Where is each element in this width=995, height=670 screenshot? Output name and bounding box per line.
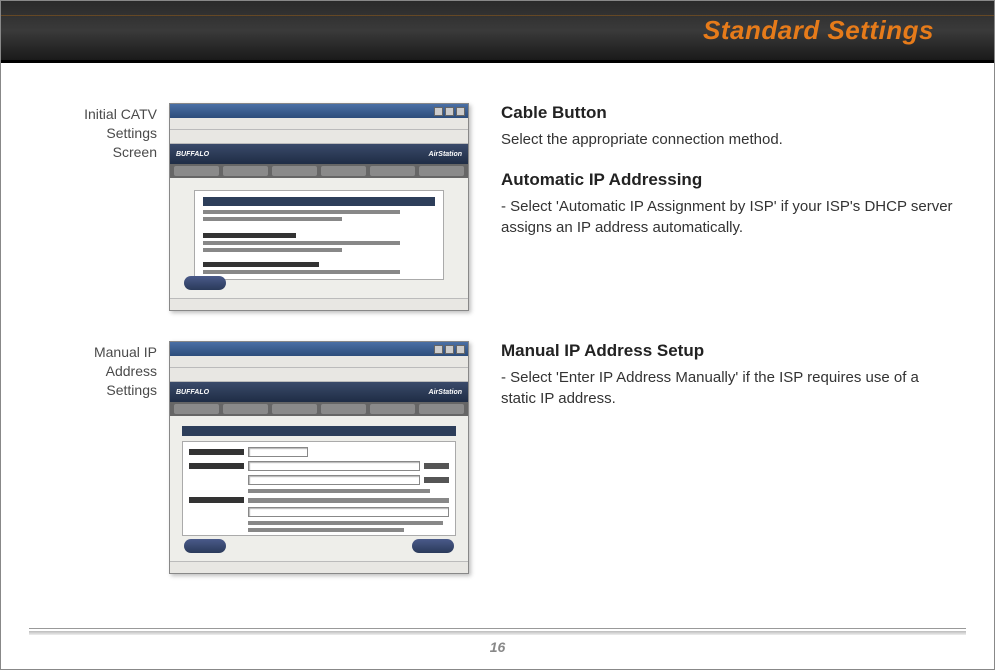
text-manual: - Select 'Enter IP Address Manually' if …	[501, 367, 956, 409]
mock-window: BUFFALO AirStation	[169, 341, 469, 574]
header-title: Standard Settings	[703, 15, 934, 46]
mock-tabs	[170, 164, 468, 178]
mock-panel	[194, 190, 444, 280]
mock-menubar	[170, 118, 468, 130]
caption-line: Initial CATV	[29, 105, 157, 124]
mock-menubar	[170, 356, 468, 368]
window-controls-icon	[434, 345, 465, 354]
page-content: Initial CATV Settings Screen BUFFALO Air…	[1, 63, 994, 669]
row-manual: Manual IP Address Settings BUFFALO AirSt…	[29, 341, 966, 574]
caption-line: Screen	[29, 143, 157, 162]
caption-catv: Initial CATV Settings Screen	[29, 103, 169, 311]
brand-left: BUFFALO	[176, 389, 209, 396]
mock-window: BUFFALO AirStation	[169, 103, 469, 311]
heading-cable: Cable Button	[501, 103, 956, 123]
mock-statusbar	[170, 298, 468, 310]
mock-tabs	[170, 402, 468, 416]
caption-line: Address	[29, 362, 157, 381]
brand-right: AirStation	[429, 151, 462, 158]
caption-line: Settings	[29, 124, 157, 143]
next-button-icon	[412, 539, 454, 553]
brand-right: AirStation	[429, 389, 462, 396]
heading-auto: Automatic IP Addressing	[501, 170, 956, 190]
mock-statusbar	[170, 561, 468, 573]
screenshot-manual: BUFFALO AirStation	[169, 341, 469, 574]
heading-manual: Manual IP Address Setup	[501, 341, 956, 361]
text-col-1: Cable Button Select the appropriate conn…	[469, 103, 966, 311]
page-footer: 16	[29, 628, 966, 655]
mock-form	[182, 441, 456, 536]
caption-line: Settings	[29, 381, 157, 400]
text-cable: Select the appropriate connection method…	[501, 129, 956, 150]
mock-body	[170, 178, 468, 298]
text-col-2: Manual IP Address Setup - Select 'Enter …	[469, 341, 966, 574]
mock-titlebar	[170, 342, 468, 356]
window-controls-icon	[434, 107, 465, 116]
mock-brandbar: BUFFALO AirStation	[170, 144, 468, 164]
caption-line: Manual IP	[29, 343, 157, 362]
page-header: Standard Settings	[1, 1, 994, 63]
text-auto: - Select 'Automatic IP Assignment by ISP…	[501, 196, 956, 238]
mock-brandbar: BUFFALO AirStation	[170, 382, 468, 402]
back-button-icon	[184, 276, 226, 290]
mock-titlebar	[170, 104, 468, 118]
caption-manual: Manual IP Address Settings	[29, 341, 169, 574]
screenshot-catv: BUFFALO AirStation	[169, 103, 469, 311]
row-catv: Initial CATV Settings Screen BUFFALO Air…	[29, 103, 966, 311]
mock-body	[170, 416, 468, 561]
mock-toolbar	[170, 368, 468, 382]
page-number: 16	[29, 639, 966, 655]
brand-left: BUFFALO	[176, 151, 209, 158]
mock-toolbar	[170, 130, 468, 144]
back-button-icon	[184, 539, 226, 553]
